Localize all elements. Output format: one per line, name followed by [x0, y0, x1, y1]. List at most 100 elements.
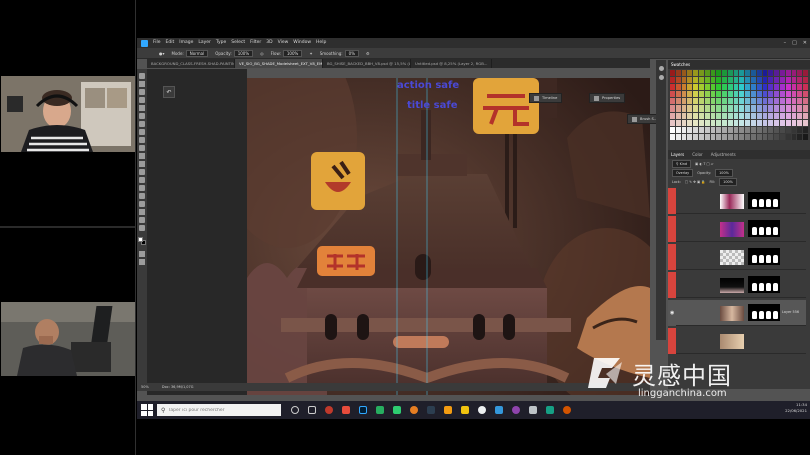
color-swatch[interactable]: [733, 98, 739, 105]
color-swatch[interactable]: [693, 119, 698, 126]
color-swatch[interactable]: [698, 98, 704, 105]
color-swatch[interactable]: [710, 133, 716, 140]
color-swatch[interactable]: [704, 112, 710, 119]
color-swatch[interactable]: [687, 98, 693, 105]
color-swatch[interactable]: [675, 84, 681, 91]
close-icon[interactable]: ✕: [803, 38, 807, 48]
color-swatch[interactable]: [762, 112, 768, 119]
menu-file[interactable]: File: [153, 38, 161, 48]
dodge-tool-icon[interactable]: [139, 177, 145, 183]
color-swatch[interactable]: [727, 119, 733, 126]
color-swatch[interactable]: [751, 84, 756, 91]
color-swatch[interactable]: [687, 77, 693, 84]
pen-tool-icon[interactable]: [139, 185, 145, 191]
color-swatch[interactable]: [774, 133, 780, 140]
layer-row[interactable]: [668, 328, 806, 354]
color-swatch[interactable]: [797, 84, 803, 91]
color-swatch[interactable]: [791, 84, 797, 91]
path-select-tool-icon[interactable]: [139, 201, 145, 207]
color-swatch[interactable]: [780, 112, 785, 119]
color-swatch[interactable]: [745, 119, 751, 126]
color-swatch[interactable]: [745, 77, 751, 84]
color-swatch[interactable]: [681, 77, 687, 84]
blend-mode-select[interactable]: Overlay: [672, 169, 694, 177]
color-swatch[interactable]: [675, 119, 681, 126]
color-swatch[interactable]: [693, 133, 698, 140]
color-swatch[interactable]: [785, 84, 791, 91]
doc-tab[interactable]: BG_SHISE_BACKED_BBH_V8.psd @ 15,5% (Laye…: [323, 59, 411, 68]
color-swatch[interactable]: [751, 77, 756, 84]
color-swatch[interactable]: [768, 119, 774, 126]
color-swatch[interactable]: [722, 126, 727, 133]
color-swatch[interactable]: [797, 77, 803, 84]
color-swatches[interactable]: [138, 237, 146, 245]
color-swatch[interactable]: [785, 126, 791, 133]
vlc-icon[interactable]: [444, 406, 452, 414]
color-swatch[interactable]: [739, 70, 745, 77]
color-swatch[interactable]: [768, 77, 774, 84]
color-swatch[interactable]: [722, 70, 727, 77]
color-swatch[interactable]: [791, 91, 797, 98]
color-swatch[interactable]: [698, 70, 704, 77]
color-swatch[interactable]: [739, 119, 745, 126]
color-swatch[interactable]: [780, 105, 785, 112]
color-swatch[interactable]: [716, 105, 722, 112]
foreground-color-icon[interactable]: [138, 237, 143, 242]
color-swatch[interactable]: [722, 84, 727, 91]
color-swatch[interactable]: [704, 77, 710, 84]
color-swatch[interactable]: [780, 77, 785, 84]
doc-tab-active[interactable]: VE_SIO_BG_SHADE_Modelsheet_EXT_V8_EMO.ps…: [235, 59, 323, 68]
color-swatch[interactable]: [727, 126, 733, 133]
color-swatch[interactable]: [670, 98, 675, 105]
color-swatch[interactable]: [693, 112, 698, 119]
color-swatch[interactable]: [727, 105, 733, 112]
color-swatch[interactable]: [710, 126, 716, 133]
color-swatch[interactable]: [693, 105, 698, 112]
color-swatch[interactable]: [745, 84, 751, 91]
color-swatch[interactable]: [756, 84, 762, 91]
layer-row[interactable]: [668, 244, 806, 270]
properties-panel-button[interactable]: Properties: [589, 93, 626, 103]
app-icon[interactable]: [529, 406, 537, 414]
color-swatch[interactable]: [768, 126, 774, 133]
flow-field[interactable]: 100%: [282, 49, 303, 57]
color-swatch[interactable]: [739, 133, 745, 140]
zoom-tool-icon[interactable]: [139, 225, 145, 231]
color-swatch[interactable]: [762, 98, 768, 105]
color-swatch[interactable]: [698, 77, 704, 84]
color-swatch[interactable]: [797, 70, 803, 77]
color-swatch[interactable]: [698, 126, 704, 133]
color-swatch[interactable]: [704, 105, 710, 112]
visibility-eye-icon[interactable]: ◉: [670, 310, 674, 316]
quick-select-tool-icon[interactable]: [139, 97, 145, 103]
color-swatch[interactable]: [722, 112, 727, 119]
tab-layers[interactable]: Layers: [671, 152, 684, 157]
color-swatch[interactable]: [670, 77, 675, 84]
color-swatch[interactable]: [797, 91, 803, 98]
color-swatch[interactable]: [785, 70, 791, 77]
color-swatch[interactable]: [687, 105, 693, 112]
color-swatch[interactable]: [797, 133, 803, 140]
color-swatch[interactable]: [791, 133, 797, 140]
color-swatch[interactable]: [756, 70, 762, 77]
color-swatch[interactable]: [803, 133, 808, 140]
color-swatch[interactable]: [687, 112, 693, 119]
color-swatch[interactable]: [733, 133, 739, 140]
color-swatch[interactable]: [727, 70, 733, 77]
stamp-tool-icon[interactable]: [139, 137, 145, 143]
color-swatch[interactable]: [739, 98, 745, 105]
color-swatch[interactable]: [733, 84, 739, 91]
color-swatch[interactable]: [733, 70, 739, 77]
color-swatch[interactable]: [768, 105, 774, 112]
color-swatch[interactable]: [733, 112, 739, 119]
color-swatch[interactable]: [762, 77, 768, 84]
layer-kind-select[interactable]: ⚲ Kind: [672, 160, 692, 168]
file-explorer-icon[interactable]: [461, 406, 469, 414]
type-tool-icon[interactable]: [139, 193, 145, 199]
color-swatch[interactable]: [774, 91, 780, 98]
color-swatch[interactable]: [716, 126, 722, 133]
doc-tab[interactable]: BACKGROUND_CLASS-FRESH-SHAD-PAINTING.psd…: [147, 59, 235, 68]
color-swatch[interactable]: [785, 133, 791, 140]
color-swatch[interactable]: [716, 133, 722, 140]
color-swatch[interactable]: [675, 77, 681, 84]
